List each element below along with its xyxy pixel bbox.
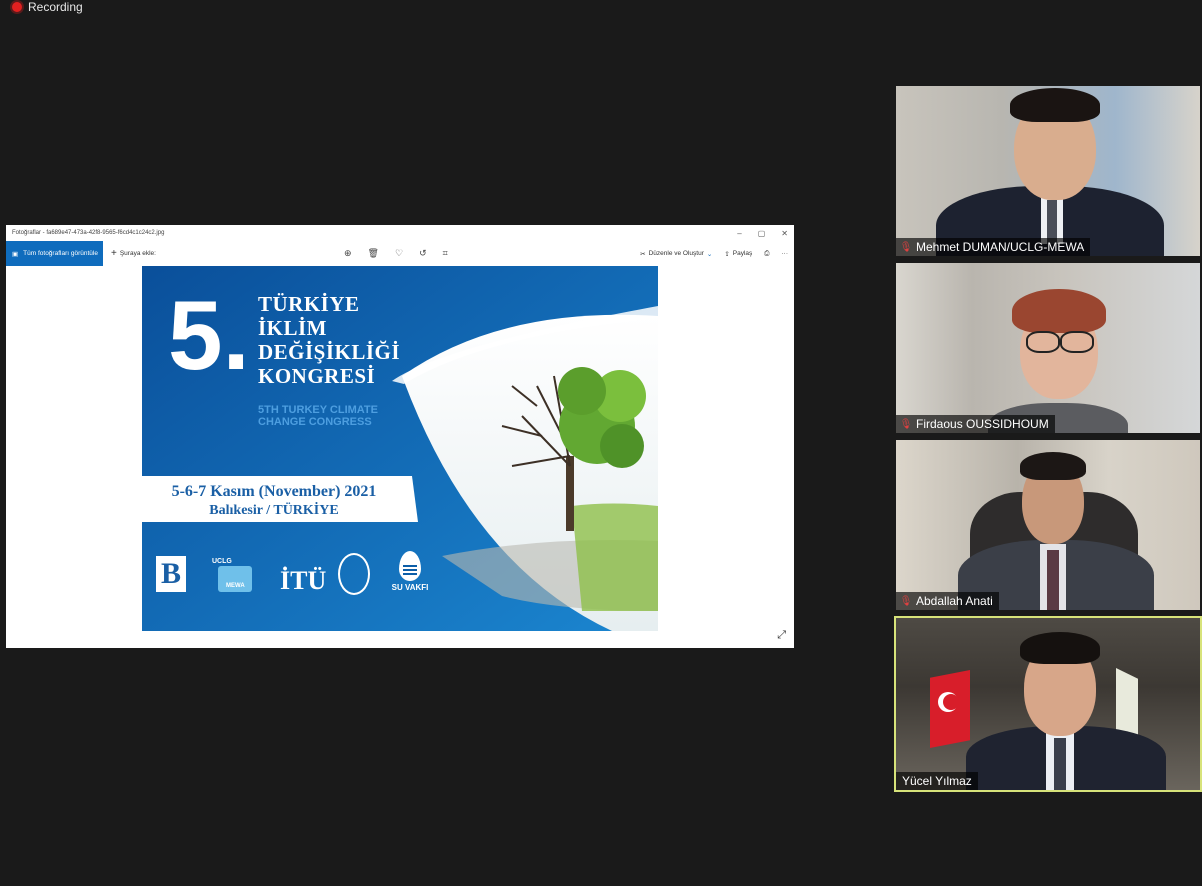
recording-indicator: Recording [12,0,83,14]
poster-city: Balıkesir / TÜRKİYE [209,503,339,518]
su-vakfi-logo: SU VAKFI [388,551,432,592]
recording-dot-icon [12,2,22,12]
university-seal-logo [338,553,370,595]
shared-screen-photo-viewer: Fotoğraflar - fa689e47-473a-42f8-9565-f6… [6,225,794,648]
poster-subtitle: 5TH TURKEY CLIMATE CHANGE CONGRESS [258,404,378,428]
participant-name: Yücel Yılmaz [902,774,972,788]
participant-name-tag: 🎙 Firdaous OUSSIDHOUM [896,415,1055,433]
more-options-button[interactable]: ··· [782,250,789,257]
favorite-icon[interactable]: ♡ [395,248,403,259]
muted-mic-icon: 🎙 [899,241,913,253]
participant-name-tag: Yücel Yılmaz [896,772,978,790]
viewer-title: Fotoğraflar - fa689e47-473a-42f8-9565-f6… [12,230,165,236]
su-vakfi-logo-text: SU VAKFI [391,583,429,592]
add-to-button[interactable]: + Şuraya ekle: [111,248,156,259]
rotate-icon[interactable]: ↺ [419,248,427,259]
participant-name-tag: 🎙 Mehmet DUMAN/UCLG-MEWA [896,238,1091,256]
participant-name: Firdaous OUSSIDHOUM [916,417,1049,431]
turkish-flag [930,670,970,748]
participant-video-tile[interactable]: 🎙 Firdaous OUSSIDHOUM [896,263,1200,433]
minimize-icon[interactable]: – [737,229,741,238]
plus-icon: + [111,248,117,259]
poster-title-line: TÜRKİYE [258,292,360,316]
recording-label: Recording [28,0,83,14]
maximize-icon[interactable]: ▢ [758,229,766,238]
poster-subtitle-line: CHANGE CONGRESS [258,416,372,428]
participant-hair [1012,289,1106,333]
participant-video-tile[interactable]: 🎙 Mehmet DUMAN/UCLG-MEWA [896,86,1200,256]
photos-icon: ▣ [12,250,19,258]
participant-tie [1047,550,1059,610]
viewer-toolbar-right: ✂ Düzenle ve Oluştur ⌄ ⇪ Paylaş ⎙ ··· [640,241,788,266]
crescent-icon [938,692,959,712]
window-controls: – ▢ ✕ [737,225,788,241]
viewer-titlebar: Fotoğraflar - fa689e47-473a-42f8-9565-f6… [6,225,794,241]
view-all-photos-label: Tüm fotoğrafları görüntüle [23,250,98,257]
crop-icon[interactable]: ⌗ [443,248,448,259]
participant-name: Abdallah Anati [916,594,993,608]
viewer-tool-icons: ⊕ 🗑 ♡ ↺ ⌗ [344,241,448,266]
participant-tie [1054,738,1066,790]
mewa-logo-text: MEWA [226,583,245,589]
participant-hair [1020,632,1100,664]
participant-video-tile-active-speaker[interactable]: Yücel Yılmaz [894,616,1202,792]
view-all-photos-button[interactable]: ▣ Tüm fotoğrafları görüntüle [6,241,103,266]
edit-icon: ✂ [640,250,646,258]
poster-title-line: KONGRESİ [258,364,376,388]
participant-name-tag: 🎙 Abdallah Anati [896,592,999,610]
delete-icon[interactable]: 🗑 [368,248,379,259]
zoom-icon[interactable]: ⊕ [344,248,352,259]
participant-hair [1020,452,1086,480]
participant-name: Mehmet DUMAN/UCLG-MEWA [916,240,1085,254]
chevron-down-icon: ⌄ [706,250,713,258]
edit-create-button[interactable]: ✂ Düzenle ve Oluştur ⌄ [640,250,712,258]
poster-title: TÜRKİYE İKLİM DEĞİŞİKLİĞİ KONGRESİ [258,292,400,388]
viewer-toolbar: ▣ Tüm fotoğrafları görüntüle + Şuraya ek… [6,241,794,266]
poster-number: 5. [168,280,250,390]
congress-poster-image: 5. TÜRKİYE İKLİM DEĞİŞİKLİĞİ KONGRESİ 5T… [142,266,658,631]
poster-date: 5-6-7 Kasım (November) 2021 [171,483,377,500]
share-icon: ⇪ [724,250,730,258]
water-drop-icon [399,551,421,581]
muted-mic-icon: 🎙 [899,595,913,607]
itu-logo: İTÜ [280,566,327,595]
poster-title-line: İKLİM [258,316,328,340]
share-button[interactable]: ⇪ Paylaş [724,250,752,258]
add-to-label: Şuraya ekle: [119,250,156,257]
poster-subtitle-line: 5TH TURKEY CLIMATE [258,404,378,416]
participant-hair [1010,88,1100,122]
glasses [1026,331,1060,353]
participant-video-tile[interactable]: 🎙 Abdallah Anati [896,440,1200,610]
edit-create-label: Düzenle ve Oluştur [648,250,704,257]
glasses [1060,331,1094,353]
uclg-logo-text: UCLG [212,558,232,565]
close-icon[interactable]: ✕ [781,229,788,238]
balikesir-logo: B [156,556,186,592]
expand-icon[interactable]: ⤢ [777,629,786,642]
uclg-mewa-logo: UCLG MEWA [212,558,252,592]
poster-title-line: DEĞİŞİKLİĞİ [258,340,401,364]
share-label: Paylaş [732,250,753,257]
muted-mic-icon: 🎙 [899,418,913,430]
print-icon[interactable]: ⎙ [764,250,769,258]
